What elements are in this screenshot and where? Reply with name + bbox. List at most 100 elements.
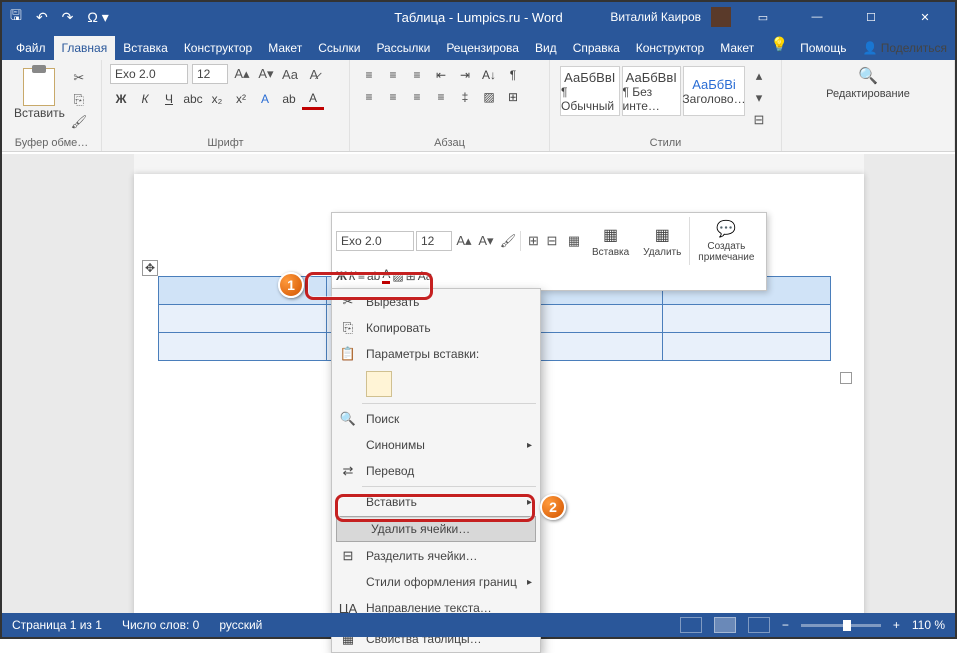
shading-icon[interactable]: ▨ <box>478 86 500 108</box>
mini-format-painter-icon[interactable]: 🖌 <box>498 231 518 251</box>
mini-merge-icon[interactable]: ⊞ <box>520 231 540 251</box>
font-name-combo[interactable]: Exo 2.0 <box>110 64 188 84</box>
numbering-icon[interactable]: ≡ <box>382 64 404 86</box>
cut-icon[interactable]: ✂ <box>69 68 89 88</box>
table-cell[interactable] <box>663 333 831 361</box>
tab-file[interactable]: Файл <box>8 36 54 60</box>
menu-border-styles[interactable]: Стили оформления границ▸ <box>332 569 540 595</box>
styles-up-icon[interactable]: ▴ <box>749 66 769 86</box>
share-button[interactable]: 👤 Поделиться <box>854 36 955 60</box>
outdent-icon[interactable]: ⇤ <box>430 64 452 86</box>
copy-icon[interactable]: ⎘ <box>69 90 89 110</box>
status-language[interactable]: русский <box>219 618 262 632</box>
view-read-mode[interactable] <box>680 617 702 633</box>
text-effects-icon[interactable]: A <box>254 88 276 110</box>
highlight-icon[interactable]: ab <box>278 88 300 110</box>
multilevel-icon[interactable]: ≡ <box>406 64 428 86</box>
clear-format-icon[interactable]: A̷ <box>304 64 324 84</box>
tab-insert[interactable]: Вставка <box>115 36 176 60</box>
strike-button[interactable]: abc <box>182 88 204 110</box>
undo-icon[interactable]: ↶ <box>36 9 48 26</box>
shrink-font-icon[interactable]: A▾ <box>256 64 276 84</box>
styles-down-icon[interactable]: ▾ <box>749 88 769 108</box>
table-cell[interactable] <box>663 305 831 333</box>
maximize-button[interactable]: ☐ <box>849 3 893 31</box>
style-heading1[interactable]: АаБбВіЗаголово… <box>683 66 745 116</box>
subscript-button[interactable]: x₂ <box>206 88 228 110</box>
tab-view[interactable]: Вид <box>527 36 565 60</box>
menu-search[interactable]: 🔍Поиск <box>332 406 540 432</box>
ruler[interactable] <box>134 154 864 174</box>
bullets-icon[interactable]: ≡ <box>358 64 380 86</box>
zoom-level[interactable]: 110 % <box>912 618 945 632</box>
save-icon[interactable]: 🖫 <box>10 5 22 29</box>
align-right-icon[interactable]: ≡ <box>406 86 428 108</box>
borders-icon[interactable]: ⊞ <box>502 86 524 108</box>
redo-icon[interactable]: ↷ <box>62 9 74 26</box>
table-cell[interactable] <box>159 305 327 333</box>
mini-comment-button[interactable]: 💬Создать примечание <box>689 217 762 265</box>
minimize-button[interactable]: — <box>795 3 839 31</box>
tab-references[interactable]: Ссылки <box>310 36 368 60</box>
style-normal[interactable]: АаБбВвІ¶ Обычный <box>560 66 620 116</box>
align-center-icon[interactable]: ≡ <box>382 86 404 108</box>
menu-synonyms[interactable]: Синонимы▸ <box>332 432 540 458</box>
italic-button[interactable]: К <box>134 88 156 110</box>
show-marks-icon[interactable]: ¶ <box>502 64 524 86</box>
status-page[interactable]: Страница 1 из 1 <box>12 618 102 632</box>
font-size-combo[interactable]: 12 <box>192 64 228 84</box>
tell-me[interactable]: Помощь <box>792 36 854 60</box>
view-print-layout[interactable] <box>714 617 736 633</box>
change-case-icon[interactable]: Aa <box>280 64 300 84</box>
mini-table-icon[interactable]: ▦ <box>564 231 584 251</box>
mini-insert-button[interactable]: ▦Вставка <box>586 223 635 260</box>
underline-button[interactable]: Ч <box>158 88 180 110</box>
mini-split-icon[interactable]: ⊟ <box>542 231 562 251</box>
line-spacing-icon[interactable]: ‡ <box>454 86 476 108</box>
symbol-icon[interactable]: Ω ▾ <box>87 9 108 26</box>
tab-table-layout[interactable]: Макет <box>712 36 762 60</box>
tab-mailings[interactable]: Рассылки <box>368 36 438 60</box>
zoom-in-button[interactable]: + <box>893 618 900 632</box>
ribbon-options-icon[interactable]: ▭ <box>741 3 785 31</box>
menu-split-cells[interactable]: ⊟Разделить ячейки… <box>332 543 540 569</box>
view-web-layout[interactable] <box>748 617 770 633</box>
paste-button[interactable]: Вставить <box>10 64 69 132</box>
zoom-out-button[interactable]: − <box>782 618 789 632</box>
table-cell[interactable] <box>159 333 327 361</box>
mini-delete-button[interactable]: ▦Удалить <box>637 223 687 260</box>
mini-shrink-font-icon[interactable]: A▾ <box>476 231 496 251</box>
tab-help[interactable]: Справка <box>565 36 628 60</box>
tab-layout[interactable]: Макет <box>260 36 310 60</box>
style-no-spacing[interactable]: АаБбВвІ¶ Без инте… <box>622 66 682 116</box>
table-resize-handle[interactable] <box>840 372 852 384</box>
font-color-icon[interactable]: A <box>302 88 324 110</box>
styles-more-icon[interactable]: ⊟ <box>749 110 769 130</box>
annotation-highlight-2 <box>335 494 535 522</box>
tab-home[interactable]: Главная <box>54 36 116 60</box>
table-move-handle[interactable]: ✥ <box>142 260 158 276</box>
user-avatar[interactable] <box>711 7 731 27</box>
status-words[interactable]: Число слов: 0 <box>122 618 199 632</box>
menu-translate[interactable]: ⇄Перевод <box>332 458 540 484</box>
tab-table-design[interactable]: Конструктор <box>628 36 712 60</box>
menu-copy[interactable]: ⎘Копировать <box>332 315 540 341</box>
editing-button[interactable]: 🔍 Редактирование <box>790 64 946 102</box>
mini-grow-font-icon[interactable]: A▴ <box>454 231 474 251</box>
tab-review[interactable]: Рецензирова <box>438 36 527 60</box>
mini-size-combo[interactable]: 12 <box>416 231 452 251</box>
tab-design[interactable]: Конструктор <box>176 36 260 60</box>
justify-icon[interactable]: ≡ <box>430 86 452 108</box>
zoom-slider[interactable] <box>801 624 881 627</box>
indent-icon[interactable]: ⇥ <box>454 64 476 86</box>
bold-button[interactable]: Ж <box>110 88 132 110</box>
grow-font-icon[interactable]: A▴ <box>232 64 252 84</box>
menu-paste-option[interactable] <box>332 367 540 401</box>
mini-font-combo[interactable]: Exo 2.0 <box>336 231 414 251</box>
superscript-button[interactable]: x² <box>230 88 252 110</box>
align-left-icon[interactable]: ≡ <box>358 86 380 108</box>
user-name[interactable]: Виталий Каиров <box>610 10 701 24</box>
close-button[interactable]: ✕ <box>903 3 947 31</box>
sort-icon[interactable]: A↓ <box>478 64 500 86</box>
format-painter-icon[interactable]: 🖌 <box>69 112 89 132</box>
